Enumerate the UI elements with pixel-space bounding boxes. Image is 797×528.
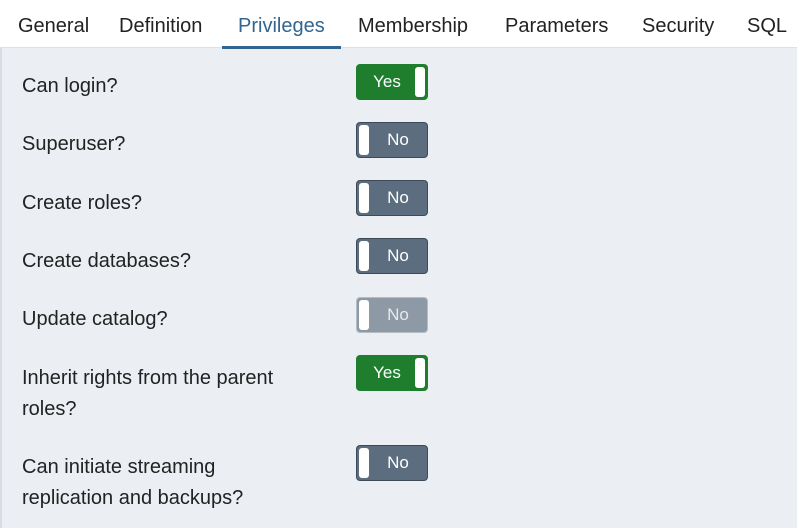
tab-bar: General Definition Privileges Membership… (0, 0, 797, 49)
create-roles-label: Create roles? (22, 192, 143, 214)
replication-label: Can initiate streaming replication and b… (22, 452, 322, 514)
superuser-toggle[interactable]: No (356, 122, 428, 158)
inherit-rights-label: Inherit rights from the parent roles? (22, 363, 322, 425)
tab-definition[interactable]: Definition (119, 0, 202, 48)
tab-sql[interactable]: SQL (747, 0, 787, 48)
toggle-knob (415, 67, 425, 97)
create-databases-label: Create databases? (22, 250, 192, 272)
toggle-state-text: No (387, 305, 409, 324)
tab-membership[interactable]: Membership (358, 0, 468, 48)
inherit-rights-toggle[interactable]: Yes (356, 355, 428, 391)
tab-security[interactable]: Security (642, 0, 714, 48)
toggle-state-text: No (387, 130, 409, 149)
create-roles-toggle[interactable]: No (356, 180, 428, 216)
can-login-toggle[interactable]: Yes (356, 64, 428, 100)
toggle-state-text: No (387, 246, 409, 265)
inherit-rights-label-line1: Inherit rights from the parent (22, 367, 274, 389)
superuser-label: Superuser? (22, 133, 126, 155)
toggle-state-text: No (387, 188, 409, 207)
toggle-knob (359, 125, 369, 155)
panel-edge (0, 48, 2, 528)
toggle-state-text: Yes (373, 72, 401, 91)
replication-label-line2: replication and backups? (22, 487, 244, 509)
update-catalog-label: Update catalog? (22, 308, 168, 330)
toggle-knob (359, 448, 369, 478)
toggle-state-text: Yes (373, 363, 401, 382)
tab-parameters[interactable]: Parameters (505, 0, 608, 48)
tab-general[interactable]: General (18, 0, 89, 48)
tab-privileges[interactable]: Privileges (222, 0, 341, 49)
inherit-rights-label-line2: roles? (22, 398, 77, 420)
replication-label-line1: Can initiate streaming (22, 456, 216, 478)
toggle-state-text: No (387, 453, 409, 472)
toggle-knob (359, 300, 369, 330)
toggle-knob (359, 183, 369, 213)
can-login-label: Can login? (22, 75, 118, 97)
replication-toggle[interactable]: No (356, 445, 428, 481)
toggle-knob (359, 241, 369, 271)
create-databases-toggle[interactable]: No (356, 238, 428, 274)
toggle-knob (415, 358, 425, 388)
update-catalog-toggle[interactable]: No (356, 297, 428, 333)
